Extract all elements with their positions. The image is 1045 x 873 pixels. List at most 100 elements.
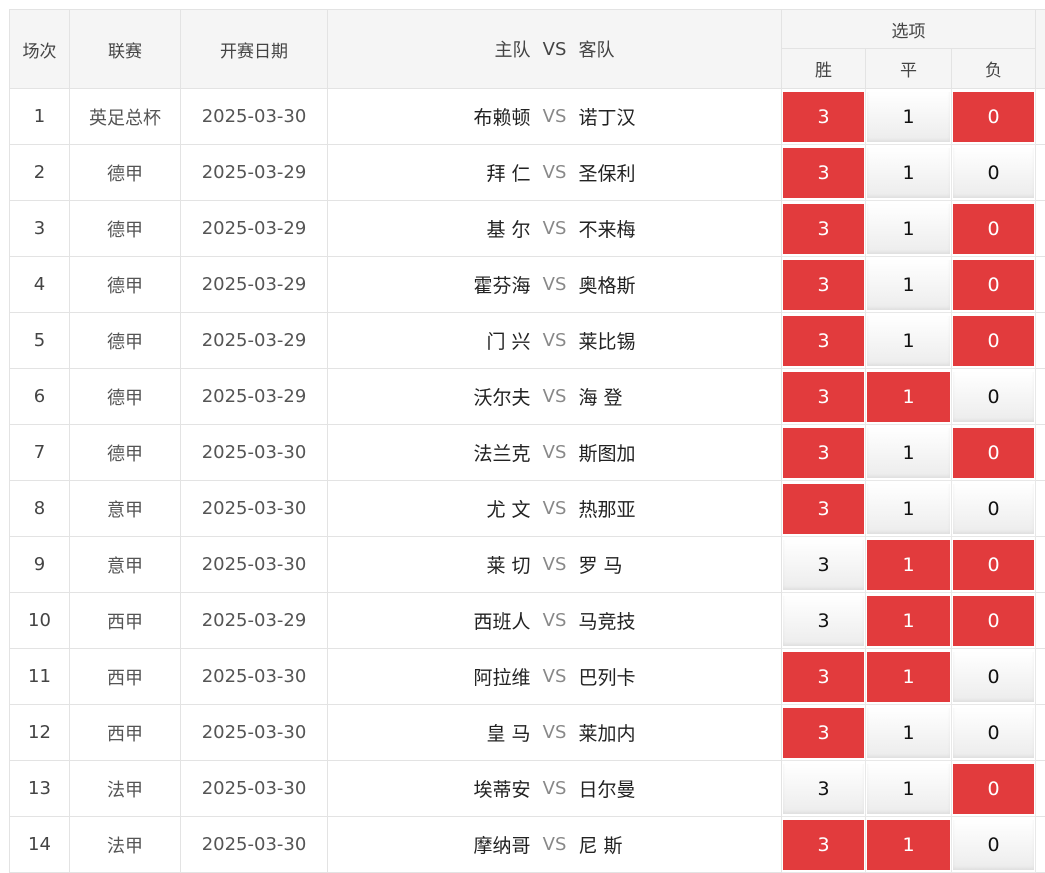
away-team: 莱比锡 bbox=[579, 327, 779, 354]
option-win-button[interactable]: 3 bbox=[783, 764, 864, 814]
vs-label: VS bbox=[531, 834, 579, 855]
option-draw-cell: 1 bbox=[866, 817, 952, 873]
match-teams: 尤 文 VS 热那亚 bbox=[328, 481, 782, 537]
option-lose-button[interactable]: 0 bbox=[953, 652, 1034, 702]
option-lose-cell: 0 bbox=[952, 313, 1036, 369]
home-team: 法兰克 bbox=[331, 439, 531, 466]
option-lose-cell: 0 bbox=[952, 89, 1036, 145]
option-draw-cell: 1 bbox=[866, 761, 952, 817]
option-draw-button[interactable]: 1 bbox=[867, 372, 950, 422]
option-draw-cell: 1 bbox=[866, 649, 952, 705]
away-team: 莱加内 bbox=[579, 719, 779, 746]
row-spacer bbox=[1036, 145, 1045, 201]
option-win-button[interactable]: 3 bbox=[783, 428, 864, 478]
row-spacer bbox=[1036, 369, 1045, 425]
option-lose-button[interactable]: 0 bbox=[953, 372, 1034, 422]
option-lose-button[interactable]: 0 bbox=[953, 764, 1034, 814]
option-win-cell: 3 bbox=[782, 145, 866, 201]
option-lose-button[interactable]: 0 bbox=[953, 204, 1034, 254]
vs-label: VS bbox=[531, 162, 579, 183]
row-spacer bbox=[1036, 481, 1045, 537]
option-draw-button[interactable]: 1 bbox=[867, 260, 950, 310]
match-index: 7 bbox=[10, 425, 70, 481]
away-team: 斯图加 bbox=[579, 439, 779, 466]
option-win-button[interactable]: 3 bbox=[783, 652, 864, 702]
match-index: 5 bbox=[10, 313, 70, 369]
option-lose-button[interactable]: 0 bbox=[953, 820, 1034, 870]
match-teams: 法兰克 VS 斯图加 bbox=[328, 425, 782, 481]
option-lose-button[interactable]: 0 bbox=[953, 484, 1034, 534]
option-win-cell: 3 bbox=[782, 817, 866, 873]
match-teams: 埃蒂安 VS 日尔曼 bbox=[328, 761, 782, 817]
option-draw-cell: 1 bbox=[866, 537, 952, 593]
option-win-button[interactable]: 3 bbox=[783, 484, 864, 534]
match-teams: 门 兴 VS 莱比锡 bbox=[328, 313, 782, 369]
match-date: 2025-03-29 bbox=[181, 369, 328, 425]
option-win-button[interactable]: 3 bbox=[783, 372, 864, 422]
option-lose-button[interactable]: 0 bbox=[953, 148, 1034, 198]
option-lose-button[interactable]: 0 bbox=[953, 708, 1034, 758]
option-win-button[interactable]: 3 bbox=[783, 540, 864, 590]
option-win-cell: 3 bbox=[782, 537, 866, 593]
away-team: 奥格斯 bbox=[579, 271, 779, 298]
match-teams: 莱 切 VS 罗 马 bbox=[328, 537, 782, 593]
header-date: 开赛日期 bbox=[181, 10, 328, 89]
match-table-container: 场次 联赛 开赛日期 主队 VS 客队 选项 胜 平 负 1 英足总杯 2025… bbox=[9, 9, 1045, 873]
match-teams: 霍芬海 VS 奥格斯 bbox=[328, 257, 782, 313]
row-spacer bbox=[1036, 537, 1045, 593]
option-win-button[interactable]: 3 bbox=[783, 92, 864, 142]
option-draw-button[interactable]: 1 bbox=[867, 708, 950, 758]
option-draw-button[interactable]: 1 bbox=[867, 596, 950, 646]
option-draw-button[interactable]: 1 bbox=[867, 92, 950, 142]
vs-label: VS bbox=[531, 274, 579, 295]
match-date: 2025-03-30 bbox=[181, 761, 328, 817]
option-draw-button[interactable]: 1 bbox=[867, 316, 950, 366]
option-win-cell: 3 bbox=[782, 257, 866, 313]
option-lose-button[interactable]: 0 bbox=[953, 92, 1034, 142]
option-win-button[interactable]: 3 bbox=[783, 260, 864, 310]
option-draw-button[interactable]: 1 bbox=[867, 764, 950, 814]
option-win-cell: 3 bbox=[782, 705, 866, 761]
home-team: 门 兴 bbox=[331, 327, 531, 354]
league-name: 意甲 bbox=[70, 537, 181, 593]
option-lose-button[interactable]: 0 bbox=[953, 260, 1034, 310]
option-lose-cell: 0 bbox=[952, 705, 1036, 761]
option-win-cell: 3 bbox=[782, 425, 866, 481]
vs-label: VS bbox=[531, 442, 579, 463]
option-draw-button[interactable]: 1 bbox=[867, 652, 950, 702]
league-name: 西甲 bbox=[70, 705, 181, 761]
option-draw-button[interactable]: 1 bbox=[867, 428, 950, 478]
away-team: 马竞技 bbox=[579, 607, 779, 634]
row-spacer bbox=[1036, 593, 1045, 649]
option-win-cell: 3 bbox=[782, 649, 866, 705]
option-win-button[interactable]: 3 bbox=[783, 148, 864, 198]
home-team: 霍芬海 bbox=[331, 271, 531, 298]
match-date: 2025-03-30 bbox=[181, 817, 328, 873]
option-draw-button[interactable]: 1 bbox=[867, 204, 950, 254]
option-lose-button[interactable]: 0 bbox=[953, 596, 1034, 646]
league-name: 英足总杯 bbox=[70, 89, 181, 145]
option-lose-button[interactable]: 0 bbox=[953, 540, 1034, 590]
option-draw-button[interactable]: 1 bbox=[867, 484, 950, 534]
option-lose-button[interactable]: 0 bbox=[953, 428, 1034, 478]
option-win-button[interactable]: 3 bbox=[783, 708, 864, 758]
match-date: 2025-03-29 bbox=[181, 313, 328, 369]
away-team: 诺丁汉 bbox=[579, 103, 779, 130]
option-lose-button[interactable]: 0 bbox=[953, 316, 1034, 366]
option-draw-button[interactable]: 1 bbox=[867, 540, 950, 590]
league-name: 意甲 bbox=[70, 481, 181, 537]
option-draw-button[interactable]: 1 bbox=[867, 820, 950, 870]
league-name: 德甲 bbox=[70, 201, 181, 257]
option-win-button[interactable]: 3 bbox=[783, 204, 864, 254]
match-date: 2025-03-29 bbox=[181, 145, 328, 201]
option-win-button[interactable]: 3 bbox=[783, 596, 864, 646]
vs-label: VS bbox=[531, 218, 579, 239]
option-win-button[interactable]: 3 bbox=[783, 820, 864, 870]
option-win-button[interactable]: 3 bbox=[783, 316, 864, 366]
table-body: 1 英足总杯 2025-03-30 布赖顿 VS 诺丁汉 3 1 0 2 德甲 … bbox=[10, 89, 1045, 873]
option-draw-button[interactable]: 1 bbox=[867, 148, 950, 198]
match-date: 2025-03-30 bbox=[181, 705, 328, 761]
vs-label: VS bbox=[531, 554, 579, 575]
away-team: 圣保利 bbox=[579, 159, 779, 186]
table-row: 5 德甲 2025-03-29 门 兴 VS 莱比锡 3 1 0 bbox=[10, 313, 1045, 369]
